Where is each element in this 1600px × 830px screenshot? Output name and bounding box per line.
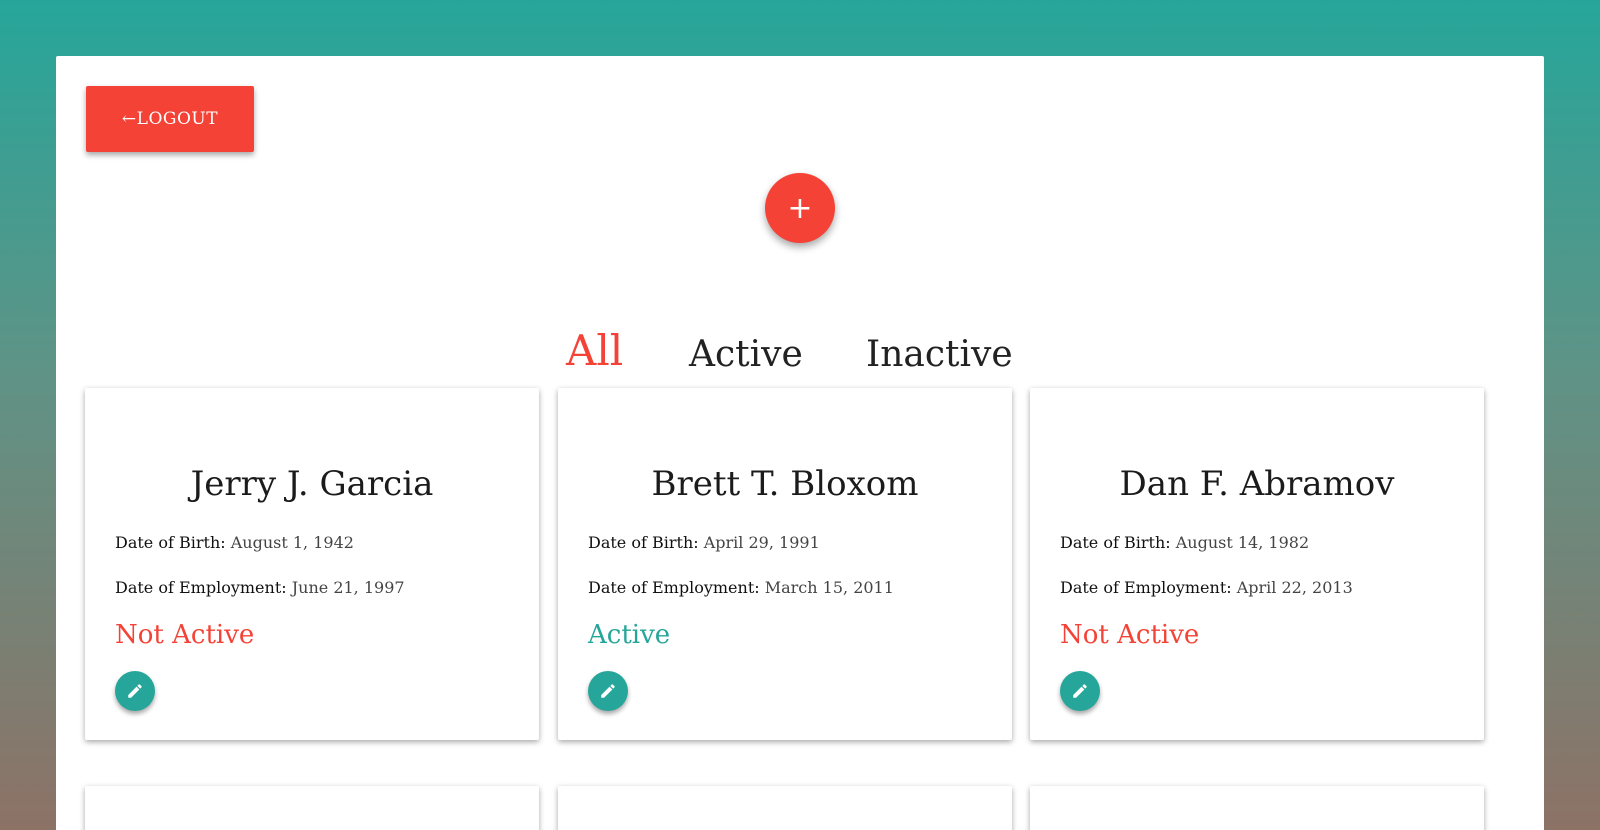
logout-button[interactable]: ← LOGOUT xyxy=(86,86,254,152)
doe-row: Date of Employment: March 15, 2011 xyxy=(588,578,894,597)
tab-all[interactable]: All xyxy=(566,326,623,375)
pencil-icon xyxy=(1073,684,1087,698)
arrow-left-icon: ← xyxy=(121,109,137,129)
logout-label: LOGOUT xyxy=(136,109,219,129)
status-text: Not Active xyxy=(1060,620,1200,650)
doe-row: Date of Employment: April 22, 2013 xyxy=(1060,578,1353,597)
doe-value: June 21, 1997 xyxy=(291,578,405,597)
employee-card: Jerry J. Garcia Date of Birth: August 1,… xyxy=(85,388,539,740)
employee-card-partial xyxy=(1030,786,1484,830)
employee-card: Dan F. Abramov Date of Birth: August 14,… xyxy=(1030,388,1484,740)
pencil-icon xyxy=(601,684,615,698)
dob-value: August 1, 1942 xyxy=(230,533,354,552)
status-text: Active xyxy=(588,620,671,650)
plus-icon: + xyxy=(787,190,813,226)
dob-value: April 29, 1991 xyxy=(703,533,820,552)
employee-card: Brett T. Bloxom Date of Birth: April 29,… xyxy=(558,388,1012,740)
dob-label: Date of Birth: xyxy=(115,533,226,552)
employee-card-partial xyxy=(558,786,1012,830)
doe-label: Date of Employment: xyxy=(588,578,760,597)
tab-active[interactable]: Active xyxy=(689,334,803,375)
doe-label: Date of Employment: xyxy=(1060,578,1232,597)
employee-name: Jerry J. Garcia xyxy=(190,464,434,504)
dob-row: Date of Birth: August 14, 1982 xyxy=(1060,533,1309,552)
edit-button[interactable] xyxy=(115,671,155,711)
status-text: Not Active xyxy=(115,620,255,650)
doe-label: Date of Employment: xyxy=(115,578,287,597)
doe-value: April 22, 2013 xyxy=(1236,578,1353,597)
add-employee-button[interactable]: + xyxy=(765,173,835,243)
tab-inactive[interactable]: Inactive xyxy=(866,334,1013,375)
pencil-icon xyxy=(128,684,142,698)
employee-name: Dan F. Abramov xyxy=(1119,464,1395,504)
main-panel: ← LOGOUT + All Active Inactive Jerry J. … xyxy=(56,56,1544,830)
dob-label: Date of Birth: xyxy=(1060,533,1171,552)
dob-row: Date of Birth: April 29, 1991 xyxy=(588,533,820,552)
doe-row: Date of Employment: June 21, 1997 xyxy=(115,578,405,597)
dob-label: Date of Birth: xyxy=(588,533,699,552)
doe-value: March 15, 2011 xyxy=(764,578,894,597)
edit-button[interactable] xyxy=(1060,671,1100,711)
dob-value: August 14, 1982 xyxy=(1175,533,1310,552)
employee-name: Brett T. Bloxom xyxy=(651,464,919,504)
edit-button[interactable] xyxy=(588,671,628,711)
dob-row: Date of Birth: August 1, 1942 xyxy=(115,533,354,552)
employee-card-partial xyxy=(85,786,539,830)
